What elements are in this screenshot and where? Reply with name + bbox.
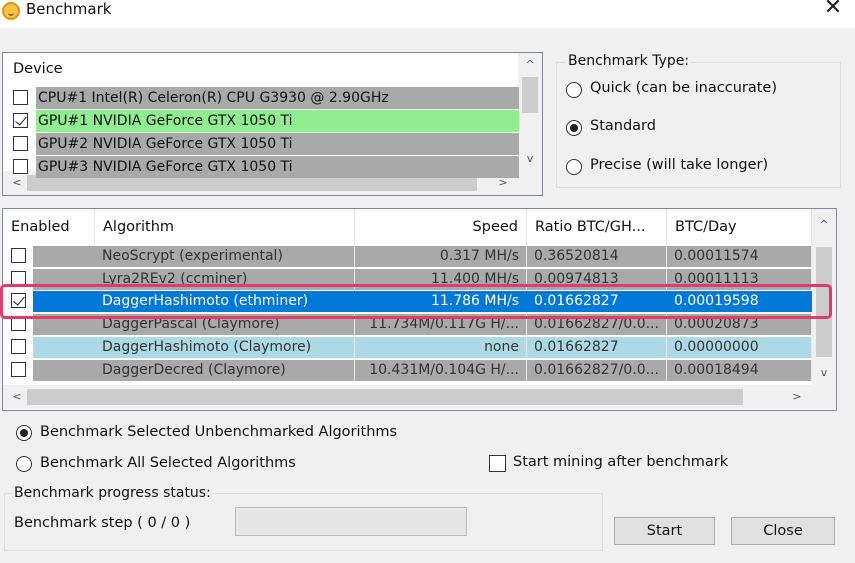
close-window-button[interactable]: ✕ <box>818 0 848 20</box>
cell-speed: none <box>355 337 527 358</box>
progress-group-label: Benchmark progress status: <box>12 485 213 501</box>
device-scroll-down-icon[interactable]: v <box>522 151 538 167</box>
cell-algorithm: DaggerDecred (Claymore) <box>95 360 355 381</box>
device-checkbox[interactable] <box>13 90 28 105</box>
row-enabled-checkbox[interactable] <box>11 362 26 377</box>
progress-bar <box>235 507 467 536</box>
column-header[interactable]: Speed <box>355 209 527 245</box>
device-scroll-thumb[interactable] <box>522 77 538 113</box>
cell-ratio: 0.01662827/0.0... <box>527 360 667 381</box>
benchmark-type-radio[interactable] <box>566 159 582 175</box>
algorithm-scroll-right-icon[interactable]: > <box>789 389 805 405</box>
device-row[interactable]: GPU#2 NVIDIA GeForce GTX 1050 Ti <box>11 133 519 155</box>
benchmark-type-option-label[interactable]: Quick (can be inaccurate) <box>590 80 777 96</box>
column-header[interactable]: Ratio BTC/GH... <box>527 209 667 245</box>
row-enabled-cell <box>33 337 95 358</box>
table-row[interactable]: NeoScrypt (experimental) 0.317 MH/s 0.3652… <box>3 245 812 268</box>
table-row[interactable]: DaggerDecred (Claymore) 10.431M/0.104G H/… <box>3 359 812 382</box>
benchmark-type-radio[interactable] <box>566 120 582 136</box>
algorithm-scroll-down-icon[interactable]: v <box>816 365 832 381</box>
start-mining-checkbox[interactable] <box>489 455 506 472</box>
device-label: GPU#3 NVIDIA GeForce GTX 1050 Ti <box>36 156 519 178</box>
row-enabled-checkbox[interactable] <box>11 339 26 354</box>
cell-algorithm: NeoScrypt (experimental) <box>95 246 355 267</box>
device-list-header: Device <box>13 61 63 77</box>
device-scroll-up-icon[interactable]: ^ <box>522 57 538 73</box>
table-row[interactable]: DaggerHashimoto (Claymore) none 0.01662827… <box>3 336 812 359</box>
device-checkbox[interactable] <box>13 113 28 128</box>
column-header[interactable]: Algorithm <box>95 209 355 245</box>
selected-row-highlight <box>0 284 832 319</box>
start-button[interactable]: Start <box>614 517 715 545</box>
algorithm-hscroll-thumb[interactable] <box>27 389 743 405</box>
row-enabled-cell <box>33 246 95 267</box>
column-header[interactable]: BTC/Day <box>667 209 812 245</box>
cell-algorithm: DaggerHashimoto (Claymore) <box>95 337 355 358</box>
cell-btc-day: 0.00000000 <box>667 337 812 358</box>
device-vertical-scrollbar[interactable]: ^ v <box>518 53 542 171</box>
cell-speed: 0.317 MH/s <box>355 246 527 267</box>
benchmark-all-selected-label[interactable]: Benchmark All Selected Algorithms <box>40 455 296 471</box>
algorithm-scroll-left-icon[interactable]: < <box>9 389 25 405</box>
device-row[interactable]: GPU#3 NVIDIA GeForce GTX 1050 Ti <box>11 156 519 178</box>
benchmark-type-label: Benchmark Type: <box>566 53 692 69</box>
window-title: Benchmark <box>26 0 112 18</box>
device-label: CPU#1 Intel(R) Celeron(R) CPU G3930 @ 2.… <box>36 87 519 109</box>
cell-btc-day: 0.00018494 <box>667 360 812 381</box>
column-header[interactable]: Enabled <box>3 209 95 245</box>
benchmark-unbenchmarked-radio[interactable] <box>16 425 32 441</box>
cell-speed: 10.431M/0.104G H/... <box>355 360 527 381</box>
close-button[interactable]: Close <box>731 517 835 545</box>
device-checkbox[interactable] <box>13 159 28 174</box>
device-row[interactable]: CPU#1 Intel(R) Celeron(R) CPU G3930 @ 2.… <box>11 87 519 109</box>
benchmark-step-label: Benchmark step ( 0 / 0 ) <box>14 515 191 531</box>
cell-ratio: 0.36520814 <box>527 246 667 267</box>
row-enabled-checkbox[interactable] <box>11 248 26 263</box>
benchmark-unbenchmarked-label[interactable]: Benchmark Selected Unbenchmarked Algorit… <box>40 424 397 440</box>
title-bar <box>0 0 855 28</box>
device-list[interactable]: Device ^ v < > CPU#1 Intel(R) Celeron(R)… <box>2 52 543 196</box>
benchmark-all-selected-radio[interactable] <box>16 456 32 472</box>
app-logo-icon <box>2 2 20 20</box>
benchmark-type-option-label[interactable]: Precise (will take longer) <box>590 157 768 173</box>
start-mining-label[interactable]: Start mining after benchmark <box>513 454 728 470</box>
row-enabled-cell <box>33 360 95 381</box>
algorithm-horizontal-scrollbar[interactable]: < > <box>3 385 836 409</box>
device-label: GPU#2 NVIDIA GeForce GTX 1050 Ti <box>36 133 519 155</box>
cell-btc-day: 0.00011574 <box>667 246 812 267</box>
algorithm-scroll-up-icon[interactable]: ^ <box>816 217 832 233</box>
device-checkbox[interactable] <box>13 136 28 151</box>
benchmark-type-radio[interactable] <box>566 82 582 98</box>
device-row[interactable]: GPU#1 NVIDIA GeForce GTX 1050 Ti <box>11 110 519 132</box>
device-label: GPU#1 NVIDIA GeForce GTX 1050 Ti <box>36 110 519 132</box>
benchmark-type-option-label[interactable]: Standard <box>590 118 656 134</box>
cell-ratio: 0.01662827 <box>527 337 667 358</box>
